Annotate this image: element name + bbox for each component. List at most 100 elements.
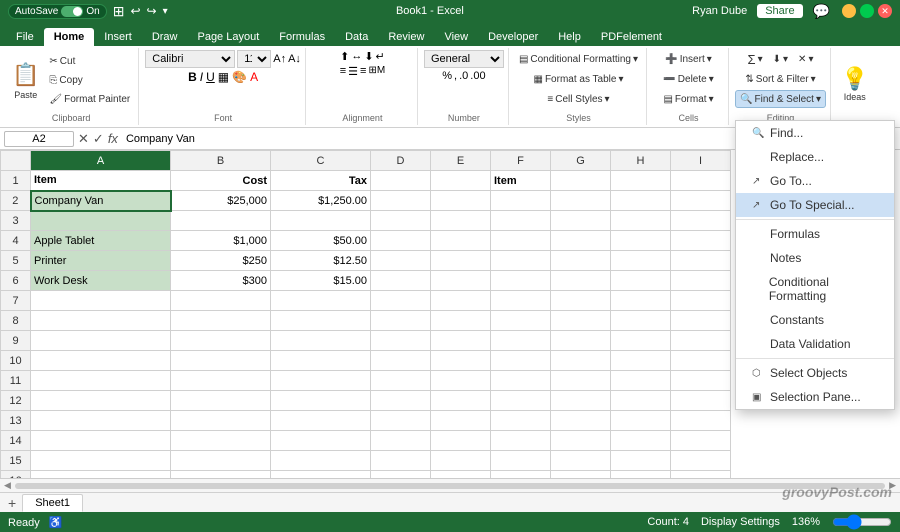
format-cells-btn[interactable]: ▤ Format ▾ [659,90,717,108]
accessibility-icon[interactable]: ♿ [49,517,63,529]
row-header-13[interactable]: 13 [1,411,31,431]
tab-insert[interactable]: Insert [94,28,142,46]
cell-D2[interactable] [371,191,431,211]
cell-C11[interactable] [271,371,371,391]
paste-button[interactable]: 📋 Paste [8,53,43,109]
cell-H15[interactable] [611,451,671,471]
cell-D9[interactable] [371,331,431,351]
cell-styles-btn[interactable]: ≡ Cell Styles ▾ [543,90,613,108]
cell-F15[interactable] [491,451,551,471]
autosave-toggle[interactable] [61,6,83,17]
cell-I12[interactable] [671,391,731,411]
cell-A12[interactable] [31,391,171,411]
col-header-F[interactable]: F [491,151,551,171]
cell-E15[interactable] [431,451,491,471]
wrap-text-btn[interactable]: ↵ [376,50,385,63]
cell-B14[interactable] [171,431,271,451]
cell-C10[interactable] [271,351,371,371]
cell-C16[interactable] [271,471,371,479]
decrease-font-btn[interactable]: A↓ [288,53,301,65]
font-color-btn[interactable]: A [250,70,258,84]
cell-reference-input[interactable] [4,131,74,147]
decrease-dec-btn[interactable]: .00 [470,70,485,82]
cell-G4[interactable] [551,231,611,251]
ideas-button[interactable]: 💡 Ideas [833,48,876,120]
cell-A8[interactable] [31,311,171,331]
percent-btn[interactable]: % [442,70,452,82]
cell-B13[interactable] [171,411,271,431]
align-bottom-btn[interactable]: ⬇ [364,50,373,63]
format-painter-btn[interactable]: 🖌Format Painter [45,91,134,109]
tab-review[interactable]: Review [378,28,434,46]
cell-F12[interactable] [491,391,551,411]
cell-E5[interactable] [431,251,491,271]
cell-C14[interactable] [271,431,371,451]
cell-I4[interactable] [671,231,731,251]
row-header-15[interactable]: 15 [1,451,31,471]
cell-C13[interactable] [271,411,371,431]
menu-constants[interactable]: Constants [736,308,894,332]
menu-goto-special[interactable]: ↗ Go To Special... [736,193,894,217]
cell-B8[interactable] [171,311,271,331]
cell-H11[interactable] [611,371,671,391]
cell-H16[interactable] [611,471,671,479]
horizontal-scrollbar[interactable]: ◀ ▶ [0,478,900,492]
cell-H9[interactable] [611,331,671,351]
cell-C5[interactable]: $12.50 [271,251,371,271]
cell-H8[interactable] [611,311,671,331]
cell-C7[interactable] [271,291,371,311]
cell-F2[interactable] [491,191,551,211]
col-header-H[interactable]: H [611,151,671,171]
cell-I15[interactable] [671,451,731,471]
formula-fn-btn[interactable]: fx [108,131,118,147]
cell-E1[interactable] [431,171,491,191]
cell-D7[interactable] [371,291,431,311]
cell-F3[interactable] [491,211,551,231]
cell-F10[interactable] [491,351,551,371]
format-as-table-btn[interactable]: ▦ Format as Table ▾ [529,70,627,88]
number-format-selector[interactable]: General [424,50,504,68]
row-header-2[interactable]: 2 [1,191,31,211]
delete-cells-btn[interactable]: ➖ Delete ▾ [659,70,717,88]
cell-B1[interactable]: Cost [171,171,271,191]
menu-goto[interactable]: ↗ Go To... [736,169,894,193]
row-header-4[interactable]: 4 [1,231,31,251]
cell-G2[interactable] [551,191,611,211]
align-top-btn[interactable]: ⬆ [340,50,349,63]
cell-I13[interactable] [671,411,731,431]
autosave-badge[interactable]: AutoSave On [8,4,107,19]
cell-I16[interactable] [671,471,731,479]
menu-data-validation[interactable]: Data Validation [736,332,894,356]
cell-A2[interactable]: Company Van [31,191,171,211]
row-header-6[interactable]: 6 [1,271,31,291]
conditional-formatting-btn[interactable]: ▤ Conditional Formatting ▾ [515,50,642,68]
tab-file[interactable]: File [6,28,44,46]
cell-A7[interactable] [31,291,171,311]
cell-C2[interactable]: $1,250.00 [271,191,371,211]
cell-A5[interactable]: Printer [31,251,171,271]
menu-conditional-formatting[interactable]: Conditional Formatting [736,270,894,308]
cell-C4[interactable]: $50.00 [271,231,371,251]
cell-F7[interactable] [491,291,551,311]
cell-F14[interactable] [491,431,551,451]
cell-H3[interactable] [611,211,671,231]
cell-D5[interactable] [371,251,431,271]
tab-view[interactable]: View [434,28,478,46]
cell-I14[interactable] [671,431,731,451]
cell-B2[interactable]: $25,000 [171,191,271,211]
cell-H14[interactable] [611,431,671,451]
cell-B9[interactable] [171,331,271,351]
font-selector[interactable]: Calibri [145,50,235,68]
cell-E16[interactable] [431,471,491,479]
cell-B3[interactable] [171,211,271,231]
cell-B12[interactable] [171,391,271,411]
cell-C9[interactable] [271,331,371,351]
row-header-10[interactable]: 10 [1,351,31,371]
row-header-12[interactable]: 12 [1,391,31,411]
cell-E13[interactable] [431,411,491,431]
cell-I5[interactable] [671,251,731,271]
fill-btn[interactable]: ⬇ ▾ [769,50,792,68]
cell-F13[interactable] [491,411,551,431]
menu-select-objects[interactable]: ⬡ Select Objects [736,361,894,385]
cell-F5[interactable] [491,251,551,271]
